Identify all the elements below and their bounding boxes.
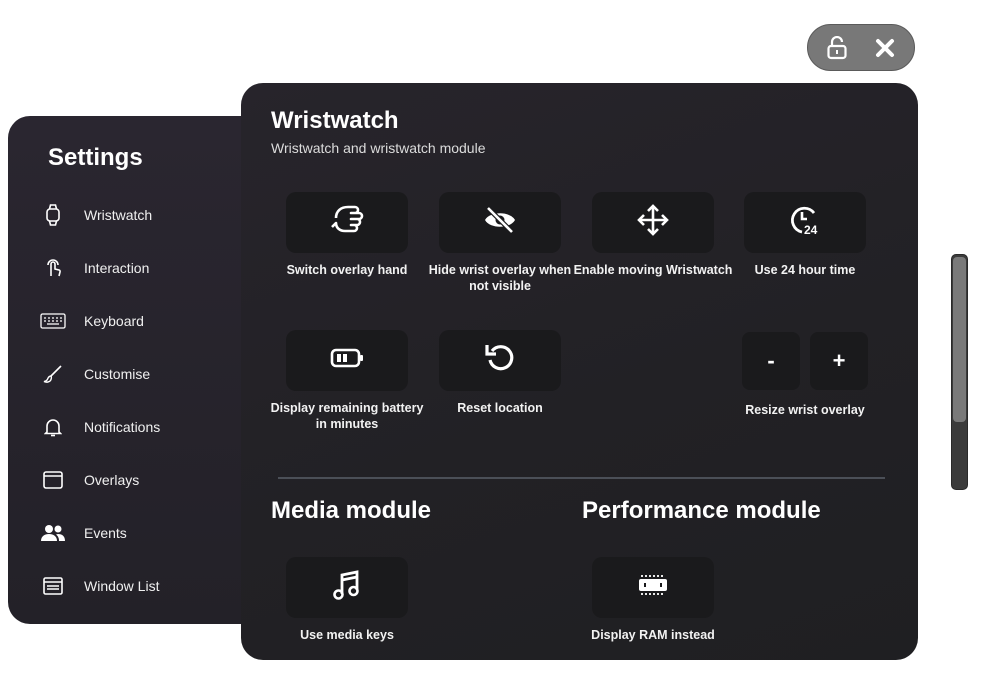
keyboard-icon: [38, 306, 68, 336]
hide-wrist-overlay-button[interactable]: [439, 192, 561, 253]
unlock-icon[interactable]: [823, 34, 851, 62]
page-subtitle: Wristwatch and wristwatch module: [271, 140, 486, 156]
sidebar-item-label: Customise: [84, 366, 151, 382]
resize-plus-button[interactable]: +: [810, 332, 868, 390]
sidebar-item-label: Window List: [84, 578, 160, 594]
brush-icon: [38, 359, 68, 389]
display-ram-button[interactable]: [592, 557, 714, 618]
bell-icon: [38, 412, 68, 442]
section-divider: [278, 477, 885, 479]
use-media-keys-label: Use media keys: [300, 628, 394, 642]
scrollbar-thumb[interactable]: [953, 257, 966, 422]
music-icon: [332, 569, 362, 606]
resize-wrist-overlay-label: Resize wrist overlay: [745, 403, 865, 417]
sidebar-item-label: Keyboard: [84, 313, 144, 329]
reset-location-button[interactable]: [439, 330, 561, 391]
reset-icon: [483, 341, 517, 380]
sidebar-item-keyboard[interactable]: Keyboard: [8, 301, 248, 341]
hand-icon: [330, 204, 364, 241]
watch-icon: [38, 200, 68, 230]
scrollbar[interactable]: [951, 254, 968, 490]
media-module-title: Media module: [271, 497, 432, 524]
window-list-icon: [38, 571, 68, 601]
close-icon[interactable]: [871, 34, 899, 62]
display-battery-minutes-button[interactable]: [286, 330, 408, 391]
sidebar-item-window-list[interactable]: Window List: [8, 566, 248, 606]
eye-off-icon: [483, 206, 517, 239]
sidebar-item-label: Events: [84, 525, 127, 541]
sidebar-item-label: Overlays: [84, 472, 140, 488]
people-icon: [38, 518, 68, 548]
switch-overlay-hand-label: Switch overlay hand: [286, 263, 408, 277]
hide-wrist-overlay-label: Hide wrist overlay when not visible: [428, 263, 572, 293]
use-media-keys-button[interactable]: [286, 557, 408, 618]
enable-moving-wristwatch-button[interactable]: [592, 192, 714, 253]
page-title: Wristwatch: [271, 107, 399, 134]
sidebar-item-wristwatch[interactable]: Wristwatch: [8, 195, 248, 235]
move-icon: [636, 203, 670, 242]
window-icon: [38, 465, 68, 495]
sidebar-item-label: Wristwatch: [84, 207, 153, 223]
clock-24-icon: 24: [788, 203, 822, 242]
display-ram-label: Display RAM instead: [591, 628, 715, 642]
svg-text:24: 24: [804, 223, 818, 237]
display-battery-minutes-label: Display remaining battery in minutes: [270, 401, 424, 431]
resize-minus-button[interactable]: -: [742, 332, 800, 390]
wristwatch-settings-panel: Wristwatch Wristwatch and wristwatch mod…: [241, 83, 918, 660]
ram-icon: [636, 572, 670, 603]
sidebar-item-events[interactable]: Events: [8, 513, 248, 553]
settings-sidebar: Settings Wristwatch Interaction Keyboard…: [8, 116, 268, 624]
use-24-hour-time-button[interactable]: 24: [744, 192, 866, 253]
performance-module-title: Performance module: [582, 497, 821, 524]
sidebar-item-customise[interactable]: Customise: [8, 354, 248, 394]
enable-moving-wristwatch-label: Enable moving Wristwatch: [573, 263, 733, 277]
touch-icon: [38, 253, 68, 283]
use-24-hour-time-label: Use 24 hour time: [754, 263, 856, 277]
sidebar-item-overlays[interactable]: Overlays: [8, 460, 248, 500]
window-controls: [807, 24, 915, 71]
sidebar-item-interaction[interactable]: Interaction: [8, 248, 248, 288]
battery-icon: [330, 347, 364, 374]
switch-overlay-hand-button[interactable]: [286, 192, 408, 253]
sidebar-item-label: Interaction: [84, 260, 150, 276]
sidebar-item-notifications[interactable]: Notifications: [8, 407, 248, 447]
sidebar-title: Settings: [48, 144, 143, 171]
sidebar-item-label: Notifications: [84, 419, 161, 435]
reset-location-label: Reset location: [457, 401, 543, 415]
